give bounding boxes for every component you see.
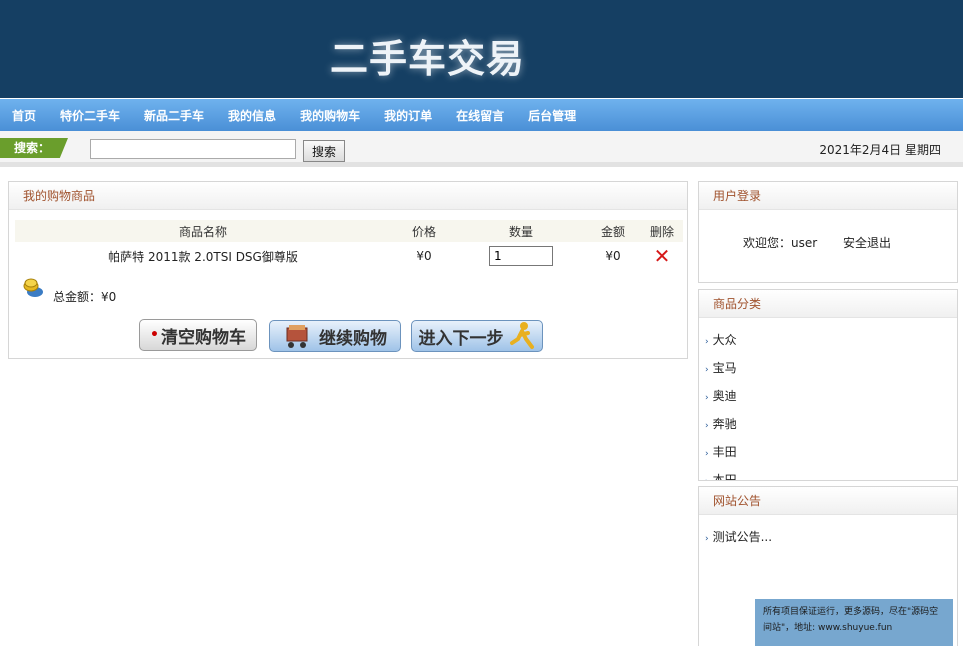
nav-item-admin[interactable]: 后台管理 xyxy=(528,107,576,124)
arrow-icon: › xyxy=(705,337,709,347)
running-man-icon xyxy=(509,322,534,349)
nav-item-new-cars[interactable]: 新品二手车 xyxy=(144,107,204,124)
promo-banner: 所有项目保证运行，更多源码，尽在"源码空间站"，地址: www.shuyue.f… xyxy=(755,599,953,646)
arrow-icon: › xyxy=(705,477,709,480)
notice-panel-title: 网站公告 xyxy=(699,487,957,515)
delete-icon[interactable]: ✕ xyxy=(654,246,671,266)
quantity-cell xyxy=(457,242,585,270)
delete-cell: ✕ xyxy=(641,242,683,270)
category-link-volkswagen[interactable]: 大众 xyxy=(713,333,737,347)
search-button[interactable]: 搜索 xyxy=(303,140,345,162)
logout-link[interactable]: 安全退出 xyxy=(843,234,891,251)
login-panel: 用户登录 欢迎您：user 安全退出 xyxy=(698,181,958,283)
total-amount: 总金额：¥0 xyxy=(53,290,117,304)
column-header-amount: 金额 xyxy=(585,220,641,242)
column-header-price: 价格 xyxy=(391,220,457,242)
cart-table-header: 商品名称 价格 数量 金额 删除 xyxy=(15,220,683,242)
notice-list: › 测试公告... xyxy=(699,515,957,551)
list-item: › 奥迪 xyxy=(705,382,957,410)
next-step-label: 进入下一步 xyxy=(418,328,504,349)
category-link-honda[interactable]: 本田 xyxy=(713,473,737,480)
continue-shopping-label: 继续购物 xyxy=(319,328,387,349)
next-step-button[interactable]: 进入下一步 xyxy=(411,320,543,352)
search-label: 搜索： xyxy=(0,138,68,158)
list-item: › 本田 xyxy=(705,466,957,480)
list-item: › 测试公告... xyxy=(705,523,957,551)
welcome-text: 欢迎您：user xyxy=(743,236,818,250)
nav-item-my-cart[interactable]: 我的购物车 xyxy=(300,107,360,124)
nav-item-messages[interactable]: 在线留言 xyxy=(456,107,504,124)
cart-panel: 我的购物商品 商品名称 价格 数量 金额 删除 帕萨特 2011款 2.0TSI… xyxy=(8,181,688,359)
product-price: ¥0 xyxy=(416,249,432,263)
category-panel: 商品分类 › 大众 › 宝马 › 奥迪 › 奔驰 › 丰田 › 本田 xyxy=(698,289,958,481)
clear-cart-button[interactable]: • 清空购物车 xyxy=(139,319,257,351)
category-link-audi[interactable]: 奥迪 xyxy=(713,389,737,403)
list-item: › 宝马 xyxy=(705,354,957,382)
category-list: › 大众 › 宝马 › 奥迪 › 奔驰 › 丰田 › 本田 xyxy=(699,318,957,480)
current-date: 2021年2月4日 星期四 xyxy=(819,143,941,157)
arrow-icon: › xyxy=(705,421,709,431)
arrow-icon: › xyxy=(705,449,709,459)
notice-link[interactable]: 测试公告... xyxy=(713,530,772,544)
category-link-bmw[interactable]: 宝马 xyxy=(713,361,737,375)
clear-cart-label: 清空购物车 xyxy=(160,327,246,348)
column-header-delete: 删除 xyxy=(641,220,683,242)
column-header-name: 商品名称 xyxy=(15,220,391,242)
shopping-cart-icon xyxy=(286,325,308,348)
coins-icon xyxy=(23,278,43,297)
list-item: › 奔驰 xyxy=(705,410,957,438)
column-header-quantity: 数量 xyxy=(457,220,585,242)
list-item: › 大众 xyxy=(705,326,957,354)
main-nav: 首页 特价二手车 新品二手车 我的信息 我的购物车 我的订单 在线留言 后台管理 xyxy=(0,99,963,131)
arrow-icon: › xyxy=(705,534,709,544)
product-amount: ¥0 xyxy=(605,249,621,263)
nav-item-home[interactable]: 首页 xyxy=(12,107,36,124)
arrow-icon: › xyxy=(705,393,709,403)
arrow-icon: › xyxy=(705,365,709,375)
nav-item-special-cars[interactable]: 特价二手车 xyxy=(60,107,120,124)
bullet-icon: • xyxy=(150,327,159,343)
table-row: 帕萨特 2011款 2.0TSI DSG御尊版 ¥0 ¥0 ✕ xyxy=(15,242,683,270)
search-bar: 搜索： 搜索 2021年2月4日 星期四 xyxy=(0,131,963,167)
list-item: › 丰田 xyxy=(705,438,957,466)
header-banner: 二手车交易 xyxy=(0,0,963,98)
cart-table: 商品名称 价格 数量 金额 删除 帕萨特 2011款 2.0TSI DSG御尊版… xyxy=(15,220,683,270)
category-link-mercedes[interactable]: 奔驰 xyxy=(713,417,737,431)
cart-panel-title: 我的购物商品 xyxy=(9,182,687,210)
nav-item-my-orders[interactable]: 我的订单 xyxy=(384,107,432,124)
product-name: 帕萨特 2011款 2.0TSI DSG御尊版 xyxy=(108,249,298,264)
continue-shopping-button[interactable]: 继续购物 xyxy=(269,320,401,352)
search-input[interactable] xyxy=(90,139,296,159)
category-link-toyota[interactable]: 丰田 xyxy=(713,445,737,459)
site-title: 二手车交易 xyxy=(330,37,526,81)
quantity-input[interactable] xyxy=(489,246,553,266)
login-panel-title: 用户登录 xyxy=(699,182,957,210)
nav-item-my-info[interactable]: 我的信息 xyxy=(228,107,276,124)
category-panel-title: 商品分类 xyxy=(699,290,957,318)
